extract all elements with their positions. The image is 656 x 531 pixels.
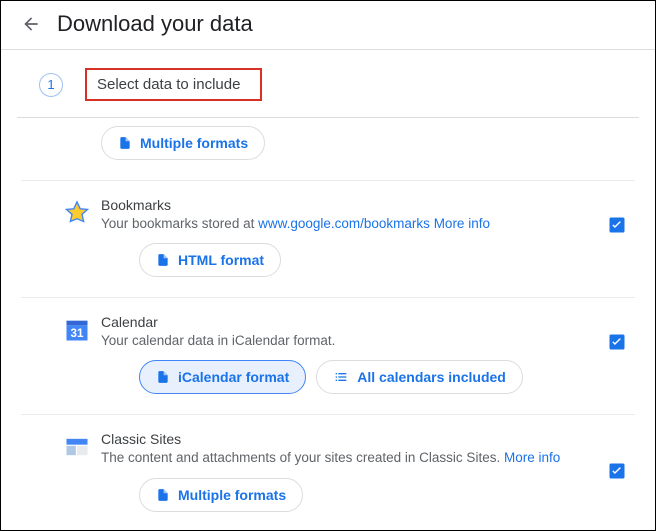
file-icon [156, 370, 170, 384]
calendars-chip[interactable]: All calendars included [316, 360, 523, 394]
svg-text:31: 31 [71, 327, 84, 340]
calendar-icon: 31 [63, 316, 91, 349]
file-icon [156, 253, 170, 267]
bookmarks-item: Bookmarks Your bookmarks stored at www.g… [1, 187, 655, 291]
step-row: 1 Select data to include [1, 50, 655, 117]
file-icon [156, 488, 170, 502]
bookmarks-link[interactable]: www.google.com/bookmarks [258, 216, 430, 231]
more-info-link[interactable]: More info [504, 450, 560, 465]
classic-sites-item: Classic Sites The content and attachment… [1, 421, 655, 525]
item-desc: Your bookmarks stored at www.google.com/… [101, 215, 591, 233]
header: Download your data [1, 1, 655, 50]
divider [21, 180, 635, 181]
format-chip[interactable]: Multiple formats [101, 126, 265, 160]
step-title: Select data to include [97, 76, 240, 93]
star-icon [63, 199, 91, 232]
format-chip[interactable]: Multiple formats [139, 478, 303, 512]
list-icon [333, 369, 349, 385]
page-title: Download your data [57, 11, 253, 37]
file-icon [118, 136, 132, 150]
more-info-link[interactable]: More info [434, 216, 490, 231]
chip-label: iCalendar format [178, 369, 289, 385]
chip-label: Multiple formats [140, 135, 248, 151]
back-button[interactable] [21, 14, 57, 34]
item-desc: The content and attachments of your site… [101, 449, 591, 467]
sites-icon [63, 433, 91, 466]
calendar-item: 31 Calendar Your calendar data in iCalen… [1, 304, 655, 408]
chip-label: HTML format [178, 252, 264, 268]
include-checkbox[interactable] [607, 215, 627, 240]
step-title-highlight: Select data to include [85, 68, 262, 101]
divider [21, 414, 635, 415]
include-checkbox[interactable] [607, 461, 627, 486]
arrow-back-icon [21, 14, 41, 34]
item-title: Calendar [101, 314, 591, 330]
chip-label: Multiple formats [178, 487, 286, 503]
item-title: Bookmarks [101, 197, 591, 213]
include-checkbox[interactable] [607, 332, 627, 357]
format-chip[interactable]: HTML format [139, 243, 281, 277]
chip-label: All calendars included [357, 369, 506, 385]
step-number-badge: 1 [39, 73, 63, 97]
format-chip[interactable]: iCalendar format [139, 360, 306, 394]
divider [21, 297, 635, 298]
item-title: Classic Sites [101, 431, 591, 447]
item-desc: Your calendar data in iCalendar format. [101, 332, 591, 350]
